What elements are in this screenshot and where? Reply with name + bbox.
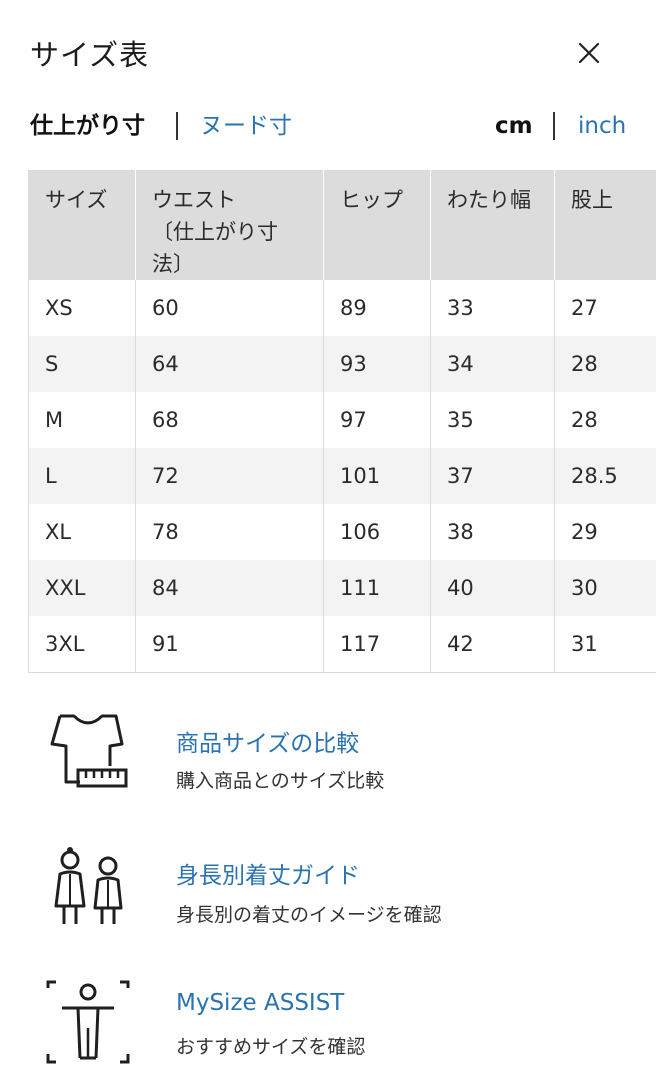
cell-size: M [29, 392, 136, 448]
link-desc: おすすめサイズを確認 [176, 1032, 365, 1059]
cell-hip: 89 [324, 280, 431, 336]
header-hip: ヒップ [324, 170, 431, 280]
cell-waist: 84 [136, 560, 324, 616]
tab-nude-size[interactable]: ヌード寸 [200, 108, 292, 144]
unit-inch[interactable]: inch [578, 108, 626, 144]
header-thigh: わたり幅 [431, 170, 555, 280]
cell-waist: 91 [136, 616, 324, 672]
header-waist-note: 〔仕上がり寸法〕 [152, 216, 307, 280]
cell-size: L [29, 448, 136, 504]
cell-waist: 68 [136, 392, 324, 448]
table-row: L721013728.5 [29, 448, 656, 504]
link-title: 商品サイズの比較 [176, 724, 359, 758]
separator [553, 112, 555, 140]
cell-waist: 64 [136, 336, 324, 392]
cell-hip: 106 [324, 504, 431, 560]
size-table: サイズ ウエスト 〔仕上がり寸法〕 ヒップ わたり幅 股上 XS60893327… [28, 170, 656, 673]
cell-size: XS [29, 280, 136, 336]
cell-rise: 28 [555, 392, 656, 448]
cell-rise: 29 [555, 504, 656, 560]
link-height-length-guide[interactable]: 身長別着丈ガイド 身長別の着丈のイメージを確認 [0, 840, 656, 950]
toggle-bar: 仕上がり寸 ヌード寸 cm inch [0, 108, 656, 148]
cell-thigh: 40 [431, 560, 555, 616]
cell-waist: 78 [136, 504, 324, 560]
close-button[interactable] [572, 36, 606, 70]
cell-rise: 28 [555, 336, 656, 392]
separator [176, 112, 178, 140]
link-title: 身長別着丈ガイド [176, 856, 360, 890]
table-row: 3XL911174231 [29, 616, 656, 672]
cell-hip: 93 [324, 336, 431, 392]
header-waist: ウエスト 〔仕上がり寸法〕 [136, 170, 324, 280]
cell-hip: 97 [324, 392, 431, 448]
cell-hip: 117 [324, 616, 431, 672]
cell-thigh: 38 [431, 504, 555, 560]
cell-hip: 111 [324, 560, 431, 616]
header-rise: 股上 [555, 170, 656, 280]
cell-rise: 31 [555, 616, 656, 672]
table-row: M68973528 [29, 392, 656, 448]
table-row: XS60893327 [29, 280, 656, 336]
table-row: XL781063829 [29, 504, 656, 560]
cell-thigh: 37 [431, 448, 555, 504]
modal-header: サイズ表 [0, 0, 656, 100]
table-row: S64933428 [29, 336, 656, 392]
unit-cm[interactable]: cm [495, 108, 533, 144]
cell-rise: 28.5 [555, 448, 656, 504]
cell-thigh: 42 [431, 616, 555, 672]
link-mysize-assist[interactable]: MySize ASSIST おすすめサイズを確認 [0, 978, 656, 1088]
table-row: XXL841114030 [29, 560, 656, 616]
cell-waist: 60 [136, 280, 324, 336]
table-header-row: サイズ ウエスト 〔仕上がり寸法〕 ヒップ わたり幅 股上 [29, 170, 656, 280]
two-figures-icon [40, 844, 136, 940]
cell-size: 3XL [29, 616, 136, 672]
link-desc: 身長別の着丈のイメージを確認 [176, 900, 442, 927]
link-desc: 購入商品とのサイズ比較 [176, 766, 384, 793]
table-body: XS60893327S64933428M68973528L721013728.5… [29, 280, 656, 672]
cell-waist: 72 [136, 448, 324, 504]
cell-thigh: 34 [431, 336, 555, 392]
person-scan-icon [40, 978, 136, 1074]
modal-title: サイズ表 [30, 32, 149, 74]
header-waist-label: ウエスト [152, 188, 236, 212]
link-title: MySize ASSIST [176, 990, 344, 1016]
link-product-size-compare[interactable]: 商品サイズの比較 購入商品とのサイズ比較 [0, 700, 656, 810]
cell-thigh: 35 [431, 392, 555, 448]
cell-size: S [29, 336, 136, 392]
header-size: サイズ [29, 170, 136, 280]
close-icon [572, 36, 606, 70]
cell-size: XXL [29, 560, 136, 616]
cell-rise: 27 [555, 280, 656, 336]
tab-finished-size[interactable]: 仕上がり寸 [30, 108, 145, 144]
cell-rise: 30 [555, 560, 656, 616]
cell-hip: 101 [324, 448, 431, 504]
cell-size: XL [29, 504, 136, 560]
tshirt-ruler-icon [40, 708, 136, 804]
cell-thigh: 33 [431, 280, 555, 336]
